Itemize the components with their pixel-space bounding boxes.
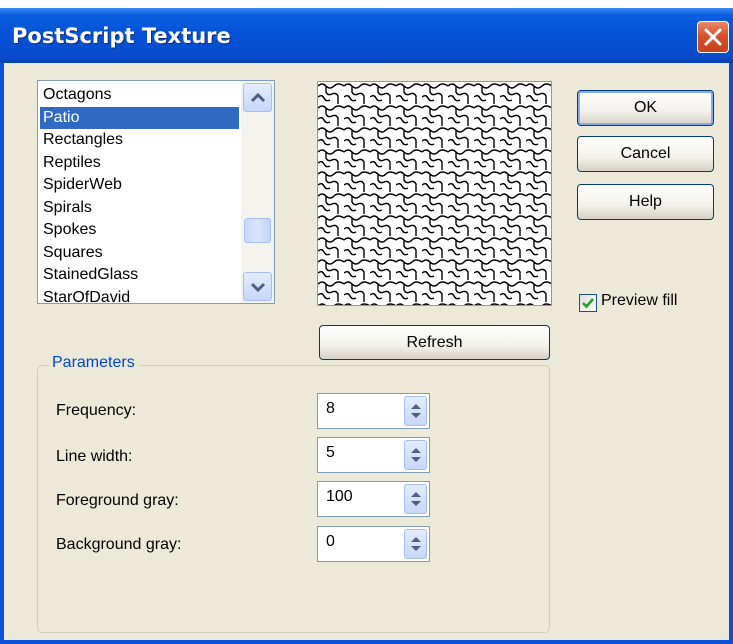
line-width-spin-buttons[interactable] xyxy=(404,440,427,470)
list-item[interactable]: StainedGlass xyxy=(40,264,239,287)
ok-button[interactable]: OK xyxy=(577,90,714,126)
scroll-down-arrow-icon xyxy=(250,282,266,293)
spin-arrows-icon xyxy=(411,448,421,462)
help-button[interactable]: Help xyxy=(577,184,714,220)
texture-list-items: Octagons Patio Rectangles Reptiles SpiderWeb… xyxy=(40,84,239,304)
line-width-value[interactable]: 5 xyxy=(326,444,335,462)
title-bar[interactable]: PostScript Texture xyxy=(0,8,733,63)
refresh-button-label: Refresh xyxy=(406,334,463,351)
close-icon xyxy=(704,28,722,46)
window-title: PostScript Texture xyxy=(12,24,231,48)
refresh-button[interactable]: Refresh xyxy=(319,325,550,360)
list-item[interactable]: StarOfDavid xyxy=(40,287,239,304)
dialog-client-area: Octagons Patio Rectangles Reptiles SpiderWeb… xyxy=(4,63,729,640)
background-strip xyxy=(0,0,733,8)
patio-texture-pattern xyxy=(318,82,551,305)
frequency-spin-buttons[interactable] xyxy=(404,396,427,426)
scroll-down-button[interactable] xyxy=(243,272,272,301)
line-width-spinbox[interactable]: 5 xyxy=(317,437,430,473)
foreground-gray-value[interactable]: 100 xyxy=(326,488,353,506)
foreground-gray-spin-buttons[interactable] xyxy=(404,484,427,514)
cancel-button[interactable]: Cancel xyxy=(577,136,714,172)
frequency-label: Frequency: xyxy=(56,402,137,419)
frequency-value[interactable]: 8 xyxy=(326,400,335,418)
preview-fill-checkbox[interactable] xyxy=(579,294,597,312)
list-item[interactable]: Octagons xyxy=(40,84,239,107)
background-gray-value[interactable]: 0 xyxy=(326,533,335,551)
help-button-label: Help xyxy=(629,193,662,210)
postscript-texture-dialog: PostScript Texture Octagons Patio Rectangl… xyxy=(0,8,733,644)
scroll-up-button[interactable] xyxy=(243,83,272,112)
foreground-gray-label: Foreground gray: xyxy=(56,492,179,509)
scroll-up-arrow-icon xyxy=(250,92,266,103)
scroll-thumb[interactable] xyxy=(244,218,271,243)
preview-fill-label[interactable]: Preview fill xyxy=(601,292,677,310)
background-gray-spinbox[interactable]: 0 xyxy=(317,526,430,562)
list-item[interactable]: Patio xyxy=(40,106,239,129)
spin-arrows-icon xyxy=(411,492,421,506)
close-button[interactable] xyxy=(697,21,729,53)
list-item[interactable]: Rectangles xyxy=(40,129,239,152)
texture-preview xyxy=(317,81,552,306)
foreground-gray-spinbox[interactable]: 100 xyxy=(317,481,430,517)
background-gray-spin-buttons[interactable] xyxy=(404,529,427,559)
texture-listbox[interactable]: Octagons Patio Rectangles Reptiles SpiderWeb… xyxy=(37,80,275,304)
frequency-spinbox[interactable]: 8 xyxy=(317,393,430,429)
list-item[interactable]: Squares xyxy=(40,242,239,265)
background-gray-label: Background gray: xyxy=(56,536,182,553)
parameters-group-label: Parameters xyxy=(50,354,139,372)
list-scrollbar[interactable] xyxy=(241,81,274,303)
list-item[interactable]: Reptiles xyxy=(40,152,239,175)
list-item[interactable]: Spirals xyxy=(40,197,239,220)
list-item[interactable]: SpiderWeb xyxy=(40,174,239,197)
cancel-button-label: Cancel xyxy=(620,145,671,162)
checkmark-icon xyxy=(582,298,594,309)
line-width-label: Line width: xyxy=(56,448,133,465)
ok-button-label: OK xyxy=(633,99,658,116)
spin-arrows-icon xyxy=(411,404,421,418)
spin-arrows-icon xyxy=(411,537,421,551)
list-item[interactable]: Spokes xyxy=(40,219,239,242)
